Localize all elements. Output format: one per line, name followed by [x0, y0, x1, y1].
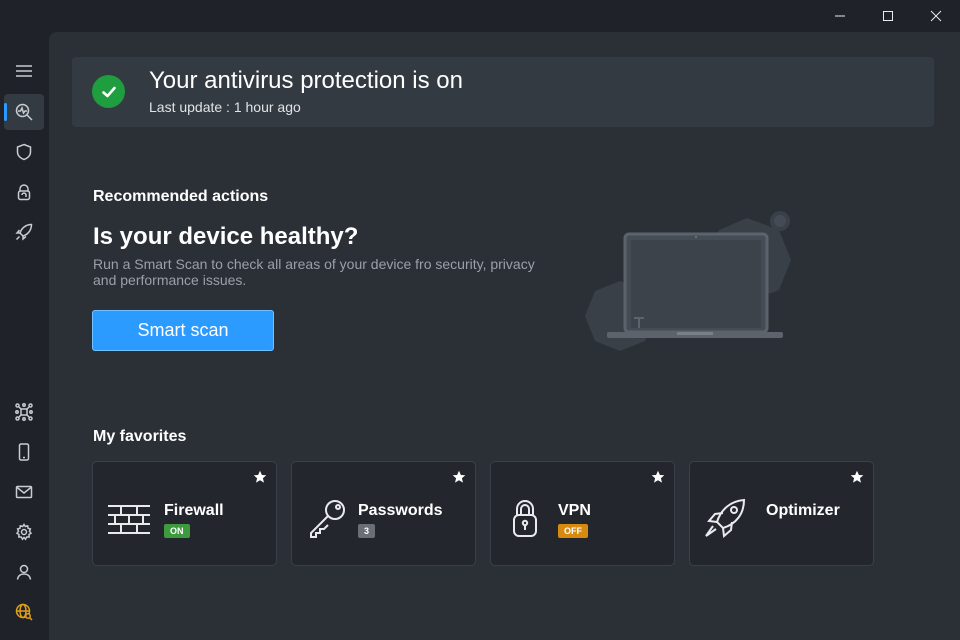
sidebar-item-mobile[interactable] — [4, 434, 44, 470]
favorite-card-optimizer[interactable]: Optimizer — [689, 461, 874, 566]
shield-icon — [16, 143, 32, 161]
recommended-actions-heading: Recommended actions — [93, 188, 269, 205]
star-icon[interactable] — [452, 470, 466, 484]
window-controls — [816, 0, 960, 32]
device-health-description: Run a Smart Scan to check all areas of y… — [93, 256, 535, 288]
gear-icon — [15, 523, 33, 541]
sidebar-item-network[interactable] — [4, 394, 44, 430]
favorite-label-passwords: Passwords — [358, 502, 443, 519]
sidebar-item-account[interactable] — [4, 554, 44, 590]
checkmark-icon — [92, 75, 125, 108]
phone-icon — [18, 443, 30, 461]
device-health-title: Is your device healthy? — [93, 223, 359, 250]
sidebar-item-performance[interactable] — [4, 214, 44, 250]
sidebar-item-status[interactable] — [4, 94, 44, 130]
favorite-card-vpn[interactable]: VPN OFF — [490, 461, 675, 566]
sidebar-item-settings[interactable] — [4, 514, 44, 550]
sidebar-item-notifications[interactable] — [4, 474, 44, 510]
favorite-label-vpn: VPN — [558, 502, 591, 519]
mail-icon — [15, 485, 33, 499]
firewall-status-badge: ON — [164, 524, 190, 538]
maximize-icon — [883, 11, 893, 21]
vpn-status-badge: OFF — [558, 524, 588, 538]
close-button[interactable] — [912, 0, 960, 32]
key-icon — [306, 498, 350, 538]
fingerprint-lock-icon — [17, 184, 31, 201]
minimize-icon — [835, 15, 845, 17]
protection-status-title: Your antivirus protection is on — [149, 67, 463, 94]
star-icon[interactable] — [651, 470, 665, 484]
favorite-label-optimizer: Optimizer — [766, 502, 840, 519]
favorite-card-firewall[interactable]: Firewall ON — [92, 461, 277, 566]
favorite-card-passwords[interactable]: Passwords 3 — [291, 461, 476, 566]
sidebar-item-protection[interactable] — [4, 134, 44, 170]
sidebar-menu-button[interactable] — [4, 53, 44, 89]
passwords-count-badge: 3 — [358, 524, 376, 538]
favorites-heading: My favorites — [93, 428, 187, 445]
close-icon — [930, 10, 942, 22]
star-icon[interactable] — [253, 470, 267, 484]
smart-scan-button[interactable]: Smart scan — [92, 310, 274, 351]
star-icon[interactable] — [850, 470, 864, 484]
globe-key-icon — [15, 603, 33, 621]
sidebar — [0, 0, 49, 640]
rocket-icon — [15, 223, 33, 241]
sidebar-item-privacy[interactable] — [4, 174, 44, 210]
main-panel: Your antivirus protection is on Last upd… — [49, 32, 960, 640]
minimize-button[interactable] — [816, 0, 864, 32]
laptop-illustration — [585, 211, 791, 351]
protection-status-card: Your antivirus protection is on Last upd… — [72, 57, 934, 127]
firewall-icon — [107, 498, 151, 538]
lock-icon — [505, 498, 549, 538]
sidebar-item-upgrade[interactable] — [4, 594, 44, 630]
rocket-icon — [704, 498, 748, 538]
favorite-label-firewall: Firewall — [164, 502, 224, 519]
user-icon — [16, 564, 32, 580]
last-update-text: Last update : 1 hour ago — [149, 99, 301, 115]
hamburger-icon — [16, 65, 32, 77]
magnifier-pulse-icon — [15, 103, 33, 121]
maximize-button[interactable] — [864, 0, 912, 32]
network-icon — [15, 403, 33, 421]
